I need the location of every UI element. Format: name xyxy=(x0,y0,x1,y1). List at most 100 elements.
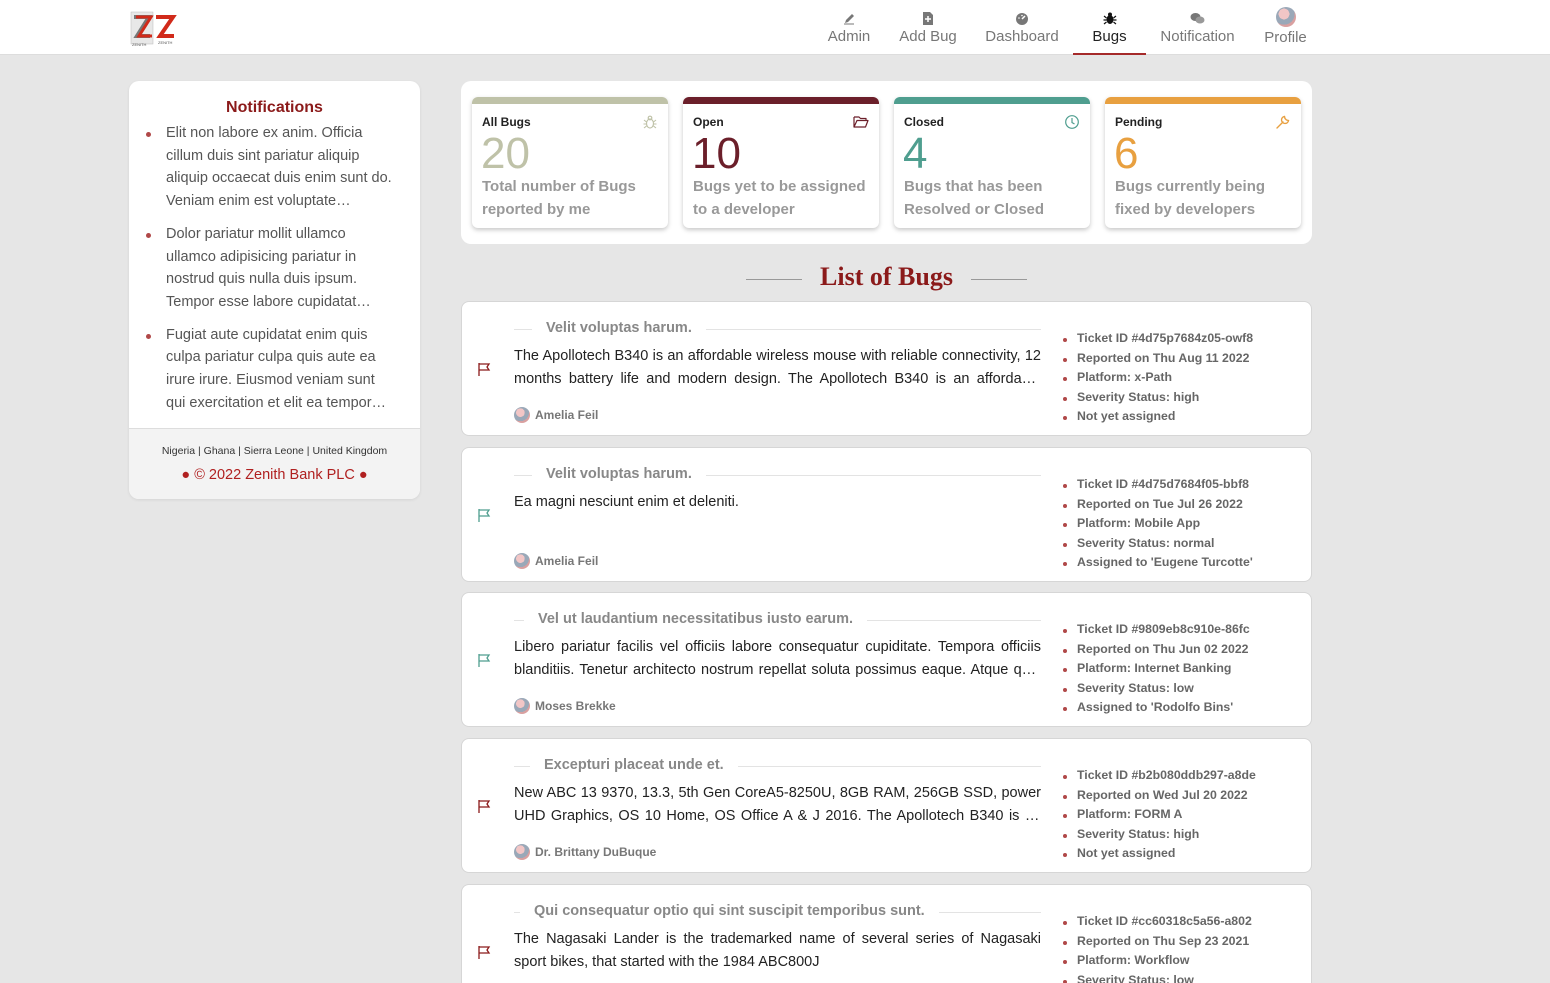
nav-bugs[interactable]: Bugs xyxy=(1073,0,1146,55)
severity-status: Severity Status: low xyxy=(1063,971,1252,983)
reporter-avatar xyxy=(514,553,530,569)
platform: Platform: Internet Banking xyxy=(1063,659,1250,679)
bug-title[interactable]: Qui consequatur optio qui sint suscipit … xyxy=(520,903,939,919)
countries-text: Nigeria | Ghana | Sierra Leone | United … xyxy=(161,445,388,457)
top-header: ZENITH ZENITH Admin Add Bug Dashboard Bu… xyxy=(0,0,1550,55)
stats-panel: All Bugs 20 Total number of Bugs reporte… xyxy=(461,81,1312,244)
nav-label: Add Bug xyxy=(899,28,957,45)
reporter-avatar xyxy=(514,407,530,423)
nav-label: Bugs xyxy=(1092,28,1127,45)
bug-card[interactable]: Excepturi placeat unde et. New ABC 13 93… xyxy=(461,738,1312,873)
bug-meta-list: Ticket ID #9809eb8c910e-86fc Reported on… xyxy=(1063,620,1250,718)
bug-card[interactable]: Velit voluptas harum. Ea magni nesciunt … xyxy=(461,447,1312,582)
folder-open-icon xyxy=(853,114,869,130)
stat-card-all-bugs[interactable]: All Bugs 20 Total number of Bugs reporte… xyxy=(472,97,668,228)
add-file-icon xyxy=(922,10,934,26)
svg-text:ZENITH: ZENITH xyxy=(158,40,173,45)
bug-title[interactable]: Velit voluptas harum. xyxy=(532,466,706,482)
bug-reporter: Dr. Brittany DuBuque xyxy=(514,844,656,860)
reported-date: Reported on Tue Jul 26 2022 xyxy=(1063,495,1253,515)
stat-card-pending[interactable]: Pending 6 Bugs currently being fixed by … xyxy=(1105,97,1301,228)
flag-icon[interactable] xyxy=(477,653,492,668)
reporter-avatar xyxy=(514,698,530,714)
bug-reporter: Moses Brekke xyxy=(514,698,616,714)
ticket-id: Ticket ID #cc60318c5a56-a802 xyxy=(1063,912,1252,932)
nav-notification[interactable]: Notification xyxy=(1146,0,1249,55)
stat-label: Open xyxy=(693,115,724,129)
notification-item[interactable]: Fugiat aute cupidatat enim quis culpa pa… xyxy=(146,324,392,415)
zenith-logo[interactable]: ZENITH ZENITH xyxy=(130,8,178,48)
list-title-text: List of Bugs xyxy=(820,262,953,291)
severity-status: Severity Status: normal xyxy=(1063,534,1253,554)
bug-title[interactable]: Velit voluptas harum. xyxy=(532,320,706,336)
notifications-title: Notifications xyxy=(226,99,323,116)
heading-line-left xyxy=(746,279,803,280)
bug-reporter: Amelia Feil xyxy=(514,553,598,569)
bug-icon xyxy=(1103,10,1117,26)
bug-description: Ea magni nesciunt enim et deleniti. xyxy=(514,494,739,510)
severity-status: Severity Status: low xyxy=(1063,679,1250,699)
svg-text:ZENITH: ZENITH xyxy=(132,42,147,47)
stat-card-closed[interactable]: Closed 4 Bugs that has been Resolved or … xyxy=(894,97,1090,228)
bug-description: New ABC 13 9370, 13.3, 5th Gen CoreA5-82… xyxy=(514,785,1041,824)
stat-desc: Bugs that has been Resolved or Closed xyxy=(904,178,1045,218)
severity-status: Severity Status: high xyxy=(1062,388,1253,408)
ticket-id: Ticket ID #b2b080ddb297-a8de xyxy=(1063,766,1256,786)
bug-title-row: Velit voluptas harum. xyxy=(514,466,1041,484)
notification-item[interactable]: Elit non labore ex anim. Officia cillum … xyxy=(146,122,392,213)
nav-admin[interactable]: Admin xyxy=(813,0,885,55)
notification-item[interactable]: Dolor pariatur mollit ullamco ullamco ad… xyxy=(146,223,392,314)
bug-card[interactable]: Qui consequatur optio qui sint suscipit … xyxy=(461,884,1312,983)
bug-title[interactable]: Vel ut laudantium necessitatibus iusto e… xyxy=(524,611,868,627)
wrench-icon xyxy=(1275,114,1291,130)
bug-card[interactable]: Vel ut laudantium necessitatibus iusto e… xyxy=(461,592,1312,727)
bug-title-row: Velit voluptas harum. xyxy=(514,320,1041,338)
reporter-avatar xyxy=(514,844,530,860)
stat-count: 6 xyxy=(1114,129,1139,178)
bug-title-row: Vel ut laudantium necessitatibus iusto e… xyxy=(514,611,1041,629)
stat-count: 10 xyxy=(692,129,741,178)
nav-profile[interactable]: Profile xyxy=(1249,0,1322,55)
ticket-id: Ticket ID #9809eb8c910e-86fc xyxy=(1063,620,1250,640)
stat-desc: Bugs yet to be assigned to a developer xyxy=(693,178,866,218)
flag-icon[interactable] xyxy=(477,362,492,377)
ticket-id: Ticket ID #4d75d7684f05-bbf8 xyxy=(1063,475,1253,495)
assignment-status: Assigned to 'Eugene Turcotte' xyxy=(1063,553,1253,573)
reported-date: Reported on Thu Jun 02 2022 xyxy=(1063,640,1250,660)
flag-icon[interactable] xyxy=(477,799,492,814)
notifications-list: Elit non labore ex anim. Officia cillum … xyxy=(129,122,420,414)
platform: Platform: x-Path xyxy=(1062,368,1253,388)
stat-desc: Total number of Bugs reported by me xyxy=(482,178,636,218)
severity-status: Severity Status: high xyxy=(1063,825,1256,845)
nav-add-bug[interactable]: Add Bug xyxy=(885,0,971,55)
nav-label: Profile xyxy=(1264,29,1307,46)
assignment-status: Not yet assigned xyxy=(1063,844,1256,864)
reported-date: Reported on Wed Jul 20 2022 xyxy=(1063,786,1256,806)
bug-meta-list: Ticket ID #4d75d7684f05-bbf8 Reported on… xyxy=(1063,475,1253,573)
bug-card[interactable]: Velit voluptas harum. The Apollotech B34… xyxy=(461,301,1312,436)
stat-label: Closed xyxy=(904,115,945,129)
flag-icon[interactable] xyxy=(477,945,492,960)
stat-label: All Bugs xyxy=(482,115,531,129)
assignment-status: Not yet assigned xyxy=(1062,407,1253,427)
platform: Platform: Workflow xyxy=(1063,951,1252,971)
platform: Platform: FORM A xyxy=(1063,805,1256,825)
bug-meta-list: Ticket ID #b2b080ddb297-a8de Reported on… xyxy=(1063,766,1256,864)
nav-label: Admin xyxy=(827,28,871,45)
stat-desc: Bugs currently being fixed by developers xyxy=(1115,178,1266,218)
stat-card-open[interactable]: Open 10 Bugs yet to be assigned to a dev… xyxy=(683,97,879,228)
stat-color-bar xyxy=(894,97,1090,104)
notifications-panel: Notifications Elit non labore ex anim. O… xyxy=(129,81,420,499)
platform: Platform: Mobile App xyxy=(1063,514,1253,534)
reporter-name: Moses Brekke xyxy=(535,699,616,713)
pencil-icon xyxy=(843,10,856,26)
nav-dashboard[interactable]: Dashboard xyxy=(971,0,1073,55)
bug-title[interactable]: Excepturi placeat unde et. xyxy=(530,757,738,773)
bug-reporter: Amelia Feil xyxy=(514,407,598,423)
stat-label: Pending xyxy=(1115,115,1163,129)
bug-description: Libero pariatur facilis vel officiis lab… xyxy=(514,639,1041,678)
bug-outline-icon xyxy=(642,114,658,130)
reporter-name: Dr. Brittany DuBuque xyxy=(535,845,657,859)
flag-icon[interactable] xyxy=(477,508,492,523)
reported-date: Reported on Thu Sep 23 2021 xyxy=(1063,932,1252,952)
